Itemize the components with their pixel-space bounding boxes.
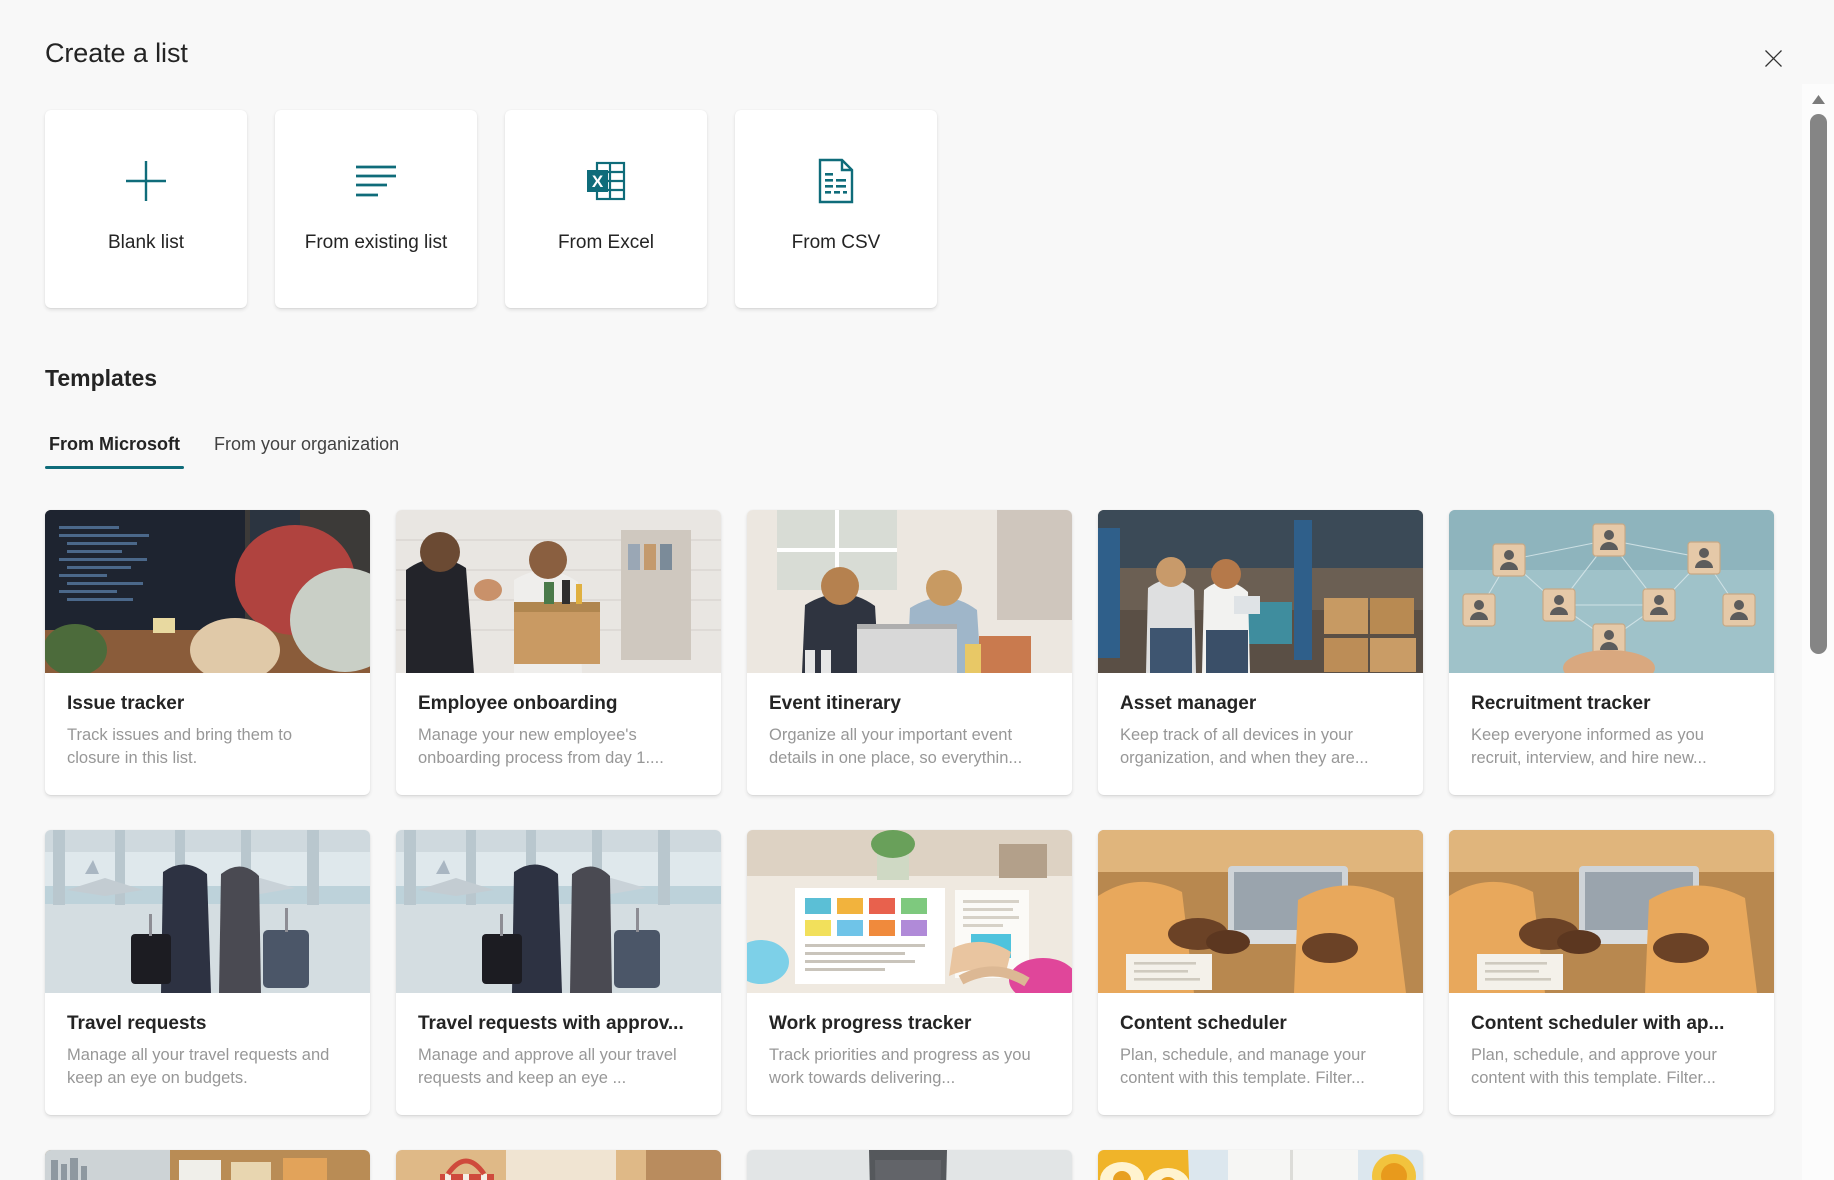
tab-from-microsoft[interactable]: From Microsoft <box>45 428 184 469</box>
template-card-asset-manager[interactable]: Asset manager Keep track of all devices … <box>1098 510 1423 795</box>
template-description: Plan, schedule, and approve your content… <box>1471 1044 1752 1091</box>
option-label: Blank list <box>108 232 184 254</box>
template-title: Work progress tracker <box>769 1013 1050 1035</box>
template-thumbnail <box>1098 1150 1423 1180</box>
template-description: Track priorities and progress as you wor… <box>769 1044 1050 1091</box>
option-card-from-csv[interactable]: From CSV <box>735 110 937 308</box>
template-thumbnail <box>747 1150 1072 1180</box>
template-thumbnail <box>1098 510 1423 673</box>
csv-file-icon <box>815 154 857 208</box>
template-card-recruitment-tracker[interactable]: Recruitment tracker Keep everyone inform… <box>1449 510 1774 795</box>
template-title: Event itinerary <box>769 693 1050 715</box>
templates-tablist: From Microsoft From your organization <box>45 428 403 470</box>
template-card-body: Work progress tracker Track priorities a… <box>747 993 1072 1115</box>
option-card-from-excel[interactable]: X From Excel <box>505 110 707 308</box>
template-description: Manage your new employee's onboarding pr… <box>418 724 699 771</box>
template-description: Keep track of all devices in your organi… <box>1120 724 1401 771</box>
template-thumbnail <box>747 510 1072 673</box>
template-title: Issue tracker <box>67 693 348 715</box>
template-card-employee-onboarding[interactable]: Employee onboarding Manage your new empl… <box>396 510 721 795</box>
template-title: Content scheduler with ap... <box>1471 1013 1752 1035</box>
template-card-event-itinerary[interactable]: Event itinerary Organize all your import… <box>747 510 1072 795</box>
dialog-scroll-area: Blank list From existing list <box>0 0 1802 1180</box>
template-card-body: Employee onboarding Manage your new empl… <box>396 673 721 795</box>
vertical-scrollbar[interactable] <box>1802 84 1834 1180</box>
template-description: Organize all your important event detail… <box>769 724 1050 771</box>
template-description: Manage all your travel requests and keep… <box>67 1044 348 1091</box>
template-card-partial-1[interactable] <box>45 1150 370 1180</box>
create-list-dialog: Create a list Blank list <box>0 0 1834 1180</box>
template-thumbnail <box>396 1150 721 1180</box>
template-title: Recruitment tracker <box>1471 693 1752 715</box>
excel-icon: X <box>583 154 629 208</box>
template-thumbnail <box>396 830 721 993</box>
template-thumbnail <box>396 510 721 673</box>
template-title: Employee onboarding <box>418 693 699 715</box>
template-card-body: Asset manager Keep track of all devices … <box>1098 673 1423 795</box>
template-grid: Issue tracker Track issues and bring the… <box>45 510 1800 1180</box>
option-card-blank-list[interactable]: Blank list <box>45 110 247 308</box>
template-description: Plan, schedule, and manage your content … <box>1120 1044 1401 1091</box>
template-title: Travel requests with approv... <box>418 1013 699 1035</box>
template-thumbnail <box>45 1150 370 1180</box>
option-label: From CSV <box>792 232 881 254</box>
template-card-partial-3[interactable] <box>747 1150 1072 1180</box>
option-label: From Excel <box>558 232 654 254</box>
template-title: Travel requests <box>67 1013 348 1035</box>
scroll-up-arrow-icon[interactable] <box>1802 90 1834 108</box>
template-card-body: Content scheduler Plan, schedule, and ma… <box>1098 993 1423 1115</box>
svg-text:X: X <box>592 172 604 191</box>
template-card-content-scheduler-with-approvals[interactable]: Content scheduler with ap... Plan, sched… <box>1449 830 1774 1115</box>
template-card-body: Issue tracker Track issues and bring the… <box>45 673 370 795</box>
template-thumbnail <box>45 830 370 993</box>
tab-from-your-organization[interactable]: From your organization <box>210 428 403 469</box>
option-label: From existing list <box>305 232 448 254</box>
plus-icon <box>123 154 169 208</box>
template-card-body: Travel requests with approv... Manage an… <box>396 993 721 1115</box>
template-description: Track issues and bring them to closure i… <box>67 724 348 771</box>
template-card-body: Recruitment tracker Keep everyone inform… <box>1449 673 1774 795</box>
template-card-content-scheduler[interactable]: Content scheduler Plan, schedule, and ma… <box>1098 830 1423 1115</box>
create-options-row: Blank list From existing list <box>45 110 937 308</box>
template-card-work-progress-tracker[interactable]: Work progress tracker Track priorities a… <box>747 830 1072 1115</box>
template-card-issue-tracker[interactable]: Issue tracker Track issues and bring the… <box>45 510 370 795</box>
template-title: Content scheduler <box>1120 1013 1401 1035</box>
template-description: Manage and approve all your travel reque… <box>418 1044 699 1091</box>
template-card-partial-4[interactable] <box>1098 1150 1423 1180</box>
option-card-from-existing-list[interactable]: From existing list <box>275 110 477 308</box>
template-thumbnail <box>1449 510 1774 673</box>
template-card-travel-requests-with-approvals[interactable]: Travel requests with approv... Manage an… <box>396 830 721 1115</box>
template-thumbnail <box>45 510 370 673</box>
list-lines-icon <box>353 154 399 208</box>
template-thumbnail <box>1449 830 1774 993</box>
template-card-body: Content scheduler with ap... Plan, sched… <box>1449 993 1774 1115</box>
scrollbar-thumb[interactable] <box>1810 114 1827 654</box>
template-card-body: Travel requests Manage all your travel r… <box>45 993 370 1115</box>
template-card-body: Event itinerary Organize all your import… <box>747 673 1072 795</box>
template-card-partial-2[interactable] <box>396 1150 721 1180</box>
template-description: Keep everyone informed as you recruit, i… <box>1471 724 1752 771</box>
template-title: Asset manager <box>1120 693 1401 715</box>
templates-heading: Templates <box>45 365 157 392</box>
template-card-travel-requests[interactable]: Travel requests Manage all your travel r… <box>45 830 370 1115</box>
template-thumbnail <box>1098 830 1423 993</box>
template-thumbnail <box>747 830 1072 993</box>
